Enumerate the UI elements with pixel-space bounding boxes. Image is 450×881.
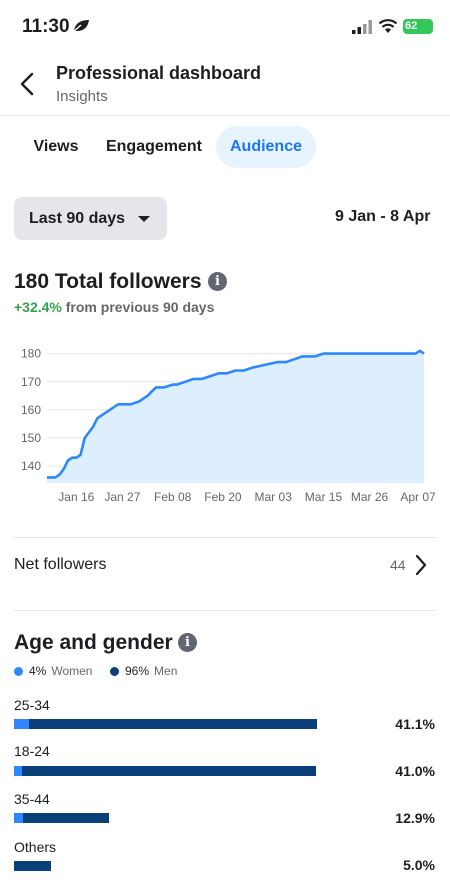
legend-men-label: Men <box>154 664 178 678</box>
age-group-label: 25-34 <box>14 697 50 713</box>
age-group-bar-women <box>14 766 22 776</box>
status-time: 11:30 <box>22 16 70 37</box>
date-range-text: 9 Jan - 8 Apr <box>335 208 431 225</box>
age-group-bar <box>14 766 317 776</box>
total-followers-title: 180 Total followers <box>14 270 202 293</box>
age-group-bar <box>14 861 51 871</box>
chevron-right-icon[interactable] <box>414 553 428 577</box>
y-tick-label: 160 <box>21 403 41 417</box>
age-group-bar <box>14 813 110 823</box>
net-followers-label[interactable]: Net followers <box>14 556 106 574</box>
followers-growth: +32.4% from previous 90 days <box>14 299 214 315</box>
x-tick-label: Feb 08 <box>154 490 192 504</box>
y-tick-label: 170 <box>21 375 41 389</box>
x-tick-label: Feb 20 <box>204 490 242 504</box>
net-followers-value: 44 <box>390 557 406 573</box>
page-subtitle: Insights <box>56 88 108 105</box>
page-title: Professional dashboard <box>56 63 262 83</box>
y-tick-label: 150 <box>21 431 41 445</box>
battery-level: 62 <box>405 20 418 32</box>
age-group-pct: 5.0% <box>403 857 435 873</box>
growth-percent: +32.4% <box>14 299 62 315</box>
x-tick-label: Apr 07 <box>400 490 436 504</box>
legend-men-dot <box>110 666 119 676</box>
leaf-icon <box>72 20 89 33</box>
legend-women-dot <box>14 666 23 676</box>
growth-text: from previous 90 days <box>65 299 215 315</box>
age-gender-title: Age and gender <box>14 631 173 654</box>
status-bar: 11:30 62 <box>0 0 450 52</box>
back-arrow-icon[interactable] <box>16 70 40 98</box>
followers-chart: 140 150 160 170 180 Jan 16 Jan 27 Feb 08 Feb 20 M… <box>21 347 436 504</box>
legend-women-pct: 4% <box>29 664 47 678</box>
caret-down-icon <box>138 216 150 222</box>
legend-women: 4% Women <box>14 664 92 678</box>
age-group-label: 18-24 <box>14 743 50 759</box>
age-group-pct: 41.1% <box>395 716 435 732</box>
tab-views[interactable]: Views <box>20 126 92 168</box>
age-group-bar-women <box>14 813 23 823</box>
x-tick-label: Mar 15 <box>305 490 343 504</box>
x-tick-label: Jan 16 <box>58 490 94 504</box>
section-divider <box>14 610 436 611</box>
info-icon[interactable]: i <box>178 633 197 652</box>
age-group-bar <box>14 719 317 729</box>
x-tick-label: Mar 03 <box>255 490 293 504</box>
x-tick-label: Jan 27 <box>104 490 140 504</box>
age-group-label: 35-44 <box>14 791 50 807</box>
legend-men: 96% Men <box>110 664 177 678</box>
cellular-signal-icon <box>352 20 372 34</box>
age-group-label: Others <box>14 839 57 855</box>
info-icon[interactable]: i <box>208 272 227 291</box>
y-tick-label: 180 <box>21 347 41 361</box>
age-group-bar-women <box>14 719 29 729</box>
tab-engagement[interactable]: Engagement <box>96 126 212 168</box>
legend-women-label: Women <box>51 664 93 678</box>
section-divider <box>14 537 436 538</box>
y-tick-label: 140 <box>21 459 41 473</box>
age-group-pct: 41.0% <box>395 763 435 779</box>
wifi-icon <box>378 19 398 33</box>
tab-audience[interactable]: Audience <box>216 126 316 168</box>
x-tick-label: Mar 26 <box>351 490 389 504</box>
header-divider <box>0 115 450 116</box>
age-group-pct: 12.9% <box>395 810 435 826</box>
date-range-dropdown-label: Last 90 days <box>29 210 126 227</box>
legend-men-pct: 96% <box>125 664 150 678</box>
battery-icon: 62 <box>403 19 433 34</box>
